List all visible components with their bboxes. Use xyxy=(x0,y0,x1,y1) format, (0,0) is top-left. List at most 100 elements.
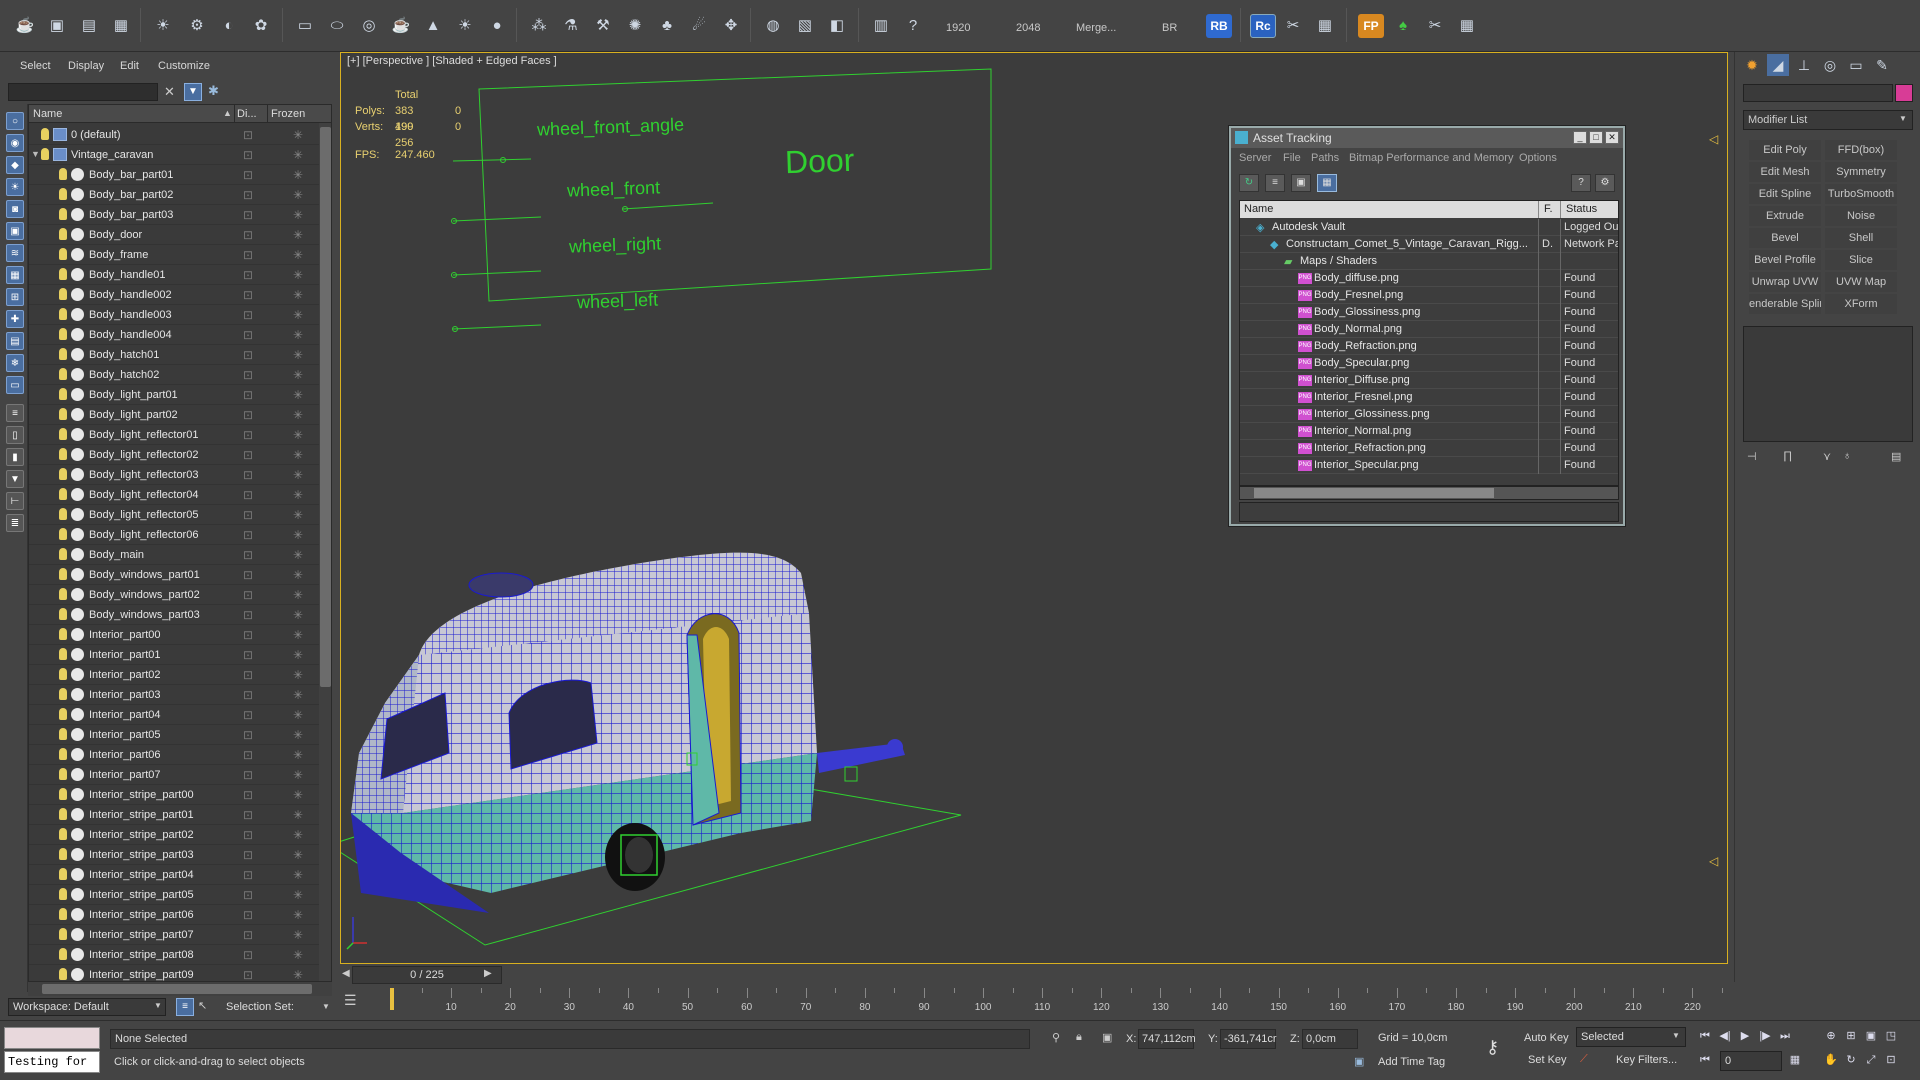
pan-view-icon[interactable]: ✋ xyxy=(1822,1051,1840,1069)
asset-help-icon[interactable]: ? xyxy=(1571,174,1591,192)
visibility-lightbulb-icon[interactable] xyxy=(59,168,67,180)
list-item[interactable]: Interior_part02 ⊡ ✳ xyxy=(29,665,319,685)
display-groups-icon[interactable]: ▦ xyxy=(6,266,24,284)
frozen-toggle-icon[interactable]: ✳ xyxy=(293,348,303,362)
frozen-toggle-icon[interactable]: ✳ xyxy=(293,888,303,902)
column-frozen-header[interactable]: Frozen xyxy=(271,108,305,120)
asset-row[interactable]: PNG Interior_Specular.png Found xyxy=(1240,457,1618,474)
next-frame-arrow-icon[interactable]: ▶ xyxy=(484,968,492,979)
display-toggle-icon[interactable]: ⊡ xyxy=(243,808,253,822)
frozen-toggle-icon[interactable]: ✳ xyxy=(293,708,303,722)
display-toggle-icon[interactable]: ⊡ xyxy=(243,208,253,222)
sphere-primitive-icon[interactable]: ⬭ xyxy=(324,12,350,38)
frozen-toggle-icon[interactable]: ✳ xyxy=(293,288,303,302)
display-toggle-icon[interactable]: ⊡ xyxy=(243,708,253,722)
visibility-lightbulb-icon[interactable] xyxy=(59,948,67,960)
display-toggle-icon[interactable]: ⊡ xyxy=(243,228,253,242)
visibility-lightbulb-icon[interactable] xyxy=(59,868,67,880)
frozen-toggle-icon[interactable]: ✳ xyxy=(293,308,303,322)
cone-primitive-icon[interactable]: ▲ xyxy=(420,12,446,38)
asset-scroll-thumb[interactable] xyxy=(1254,488,1494,498)
modifier-button[interactable]: FFD(box) xyxy=(1825,140,1897,160)
list-item[interactable]: Interior_part01 ⊡ ✳ xyxy=(29,645,319,665)
list-item[interactable]: Body_bar_part01 ⊡ ✳ xyxy=(29,165,319,185)
select-tool-icon[interactable]: ↖ xyxy=(198,999,207,1012)
frozen-toggle-icon[interactable]: ✳ xyxy=(293,628,303,642)
display-toggle-icon[interactable]: ⊡ xyxy=(243,188,253,202)
material-editor-icon[interactable]: ▤ xyxy=(76,12,102,38)
modifier-button[interactable]: Edit Spline xyxy=(1749,184,1821,204)
display-toggle-icon[interactable]: ⊡ xyxy=(243,448,253,462)
list-item[interactable]: Interior_stripe_part06 ⊡ ✳ xyxy=(29,905,319,925)
visibility-lightbulb-icon[interactable] xyxy=(59,648,67,660)
display-toggle-icon[interactable]: ⊡ xyxy=(243,588,253,602)
frozen-toggle-icon[interactable]: ✳ xyxy=(293,808,303,822)
asset-column-name[interactable]: Name xyxy=(1244,203,1273,215)
x-coord-field[interactable]: 747,112cm xyxy=(1138,1029,1196,1049)
frozen-toggle-icon[interactable]: ✳ xyxy=(293,668,303,682)
display-toggle-icon[interactable]: ⊡ xyxy=(243,168,253,182)
chart-icon[interactable]: ▥ xyxy=(868,12,894,38)
walk-through-icon[interactable]: ⤢ xyxy=(1862,1051,1880,1069)
frozen-toggle-icon[interactable]: ✳ xyxy=(293,448,303,462)
visibility-lightbulb-icon[interactable] xyxy=(59,248,67,260)
frozen-toggle-icon[interactable]: ✳ xyxy=(293,968,303,981)
asset-row[interactable]: PNG Body_Glossiness.png Found xyxy=(1240,304,1618,321)
vfb-icon[interactable]: ◧ xyxy=(824,12,850,38)
maximize-toggle-icon[interactable]: ⊡ xyxy=(1882,1051,1900,1069)
help-icon[interactable]: ? xyxy=(900,12,926,38)
frozen-toggle-icon[interactable]: ✳ xyxy=(293,128,303,142)
display-toggle-icon[interactable]: ⊡ xyxy=(243,928,253,942)
expand-arrow-icon[interactable]: ▼ xyxy=(31,149,40,159)
asset-settings-icon[interactable]: ⚙ xyxy=(1595,174,1615,192)
frozen-toggle-icon[interactable]: ✳ xyxy=(293,908,303,922)
display-toggle-icon[interactable]: ⊡ xyxy=(243,128,253,142)
close-button[interactable]: ✕ xyxy=(1605,131,1619,144)
caravan-model[interactable] xyxy=(351,552,905,913)
modifier-button[interactable]: Noise xyxy=(1825,206,1897,226)
prev-frame-arrow-icon[interactable]: ◀ xyxy=(342,968,350,979)
display-lights-icon[interactable]: ☀ xyxy=(6,178,24,196)
display-toggle-icon[interactable]: ⊡ xyxy=(243,288,253,302)
visibility-lightbulb-icon[interactable] xyxy=(59,728,67,740)
render-height-label[interactable]: 2048 xyxy=(1016,22,1040,34)
object-color-swatch[interactable] xyxy=(1895,84,1913,102)
display-toggle-icon[interactable]: ⊡ xyxy=(243,908,253,922)
fp-button[interactable]: FP xyxy=(1358,14,1384,38)
globe-icon[interactable]: ◍ xyxy=(760,12,786,38)
scatter-icon[interactable]: ✥ xyxy=(718,12,744,38)
rig-slider-door[interactable] xyxy=(622,202,714,210)
torus-primitive-icon[interactable]: ◎ xyxy=(356,12,382,38)
curve-editor-icon[interactable]: ⚙ xyxy=(184,12,210,38)
key-mode-dropdown[interactable]: Selected xyxy=(1576,1027,1686,1047)
grid-icon[interactable]: ▦ xyxy=(1454,12,1480,38)
current-time-marker[interactable] xyxy=(390,988,394,1010)
go-to-end-icon[interactable]: ⏭ xyxy=(1776,1027,1794,1045)
list-item[interactable]: Body_light_reflector01 ⊡ ✳ xyxy=(29,425,319,445)
time-configuration-icon[interactable]: ▦ xyxy=(1786,1051,1804,1069)
selection-set-chevron-icon[interactable]: ▼ xyxy=(322,1002,330,1011)
modifier-button[interactable]: Unwrap UVW xyxy=(1749,272,1821,292)
frozen-toggle-icon[interactable]: ✳ xyxy=(293,588,303,602)
list-item[interactable]: Body_light_reflector05 ⊡ ✳ xyxy=(29,505,319,525)
asset-row[interactable]: PNG Interior_Diffuse.png Found xyxy=(1240,372,1618,389)
frozen-toggle-icon[interactable]: ✳ xyxy=(293,508,303,522)
render-setup-icon-2[interactable]: ✿ xyxy=(248,12,274,38)
frozen-toggle-icon[interactable]: ✳ xyxy=(293,788,303,802)
display-toggle-icon[interactable]: ⊡ xyxy=(243,568,253,582)
display-bones-icon[interactable]: ✚ xyxy=(6,310,24,328)
mini-curve-editor-icon[interactable]: ☰ xyxy=(344,992,357,1009)
visibility-lightbulb-icon[interactable] xyxy=(59,848,67,860)
visibility-lightbulb-icon[interactable] xyxy=(59,608,67,620)
visibility-lightbulb-icon[interactable] xyxy=(59,488,67,500)
modifier-button[interactable]: Slice xyxy=(1825,250,1897,270)
menu-select[interactable]: Select xyxy=(20,60,51,72)
list-item[interactable]: Body_hatch01 ⊡ ✳ xyxy=(29,345,319,365)
asset-row[interactable]: ▰ Maps / Shaders xyxy=(1240,253,1618,270)
list-item[interactable]: 0 (default) ⊡ ✳ xyxy=(29,125,319,145)
display-xrefs-icon[interactable]: ⊞ xyxy=(6,288,24,306)
sun-light-icon[interactable]: ☀ xyxy=(452,12,478,38)
modifier-button[interactable]: Edit Poly xyxy=(1749,140,1821,160)
list-view-icon[interactable]: ≡ xyxy=(1265,174,1285,192)
modifier-button[interactable]: Shell xyxy=(1825,228,1897,248)
